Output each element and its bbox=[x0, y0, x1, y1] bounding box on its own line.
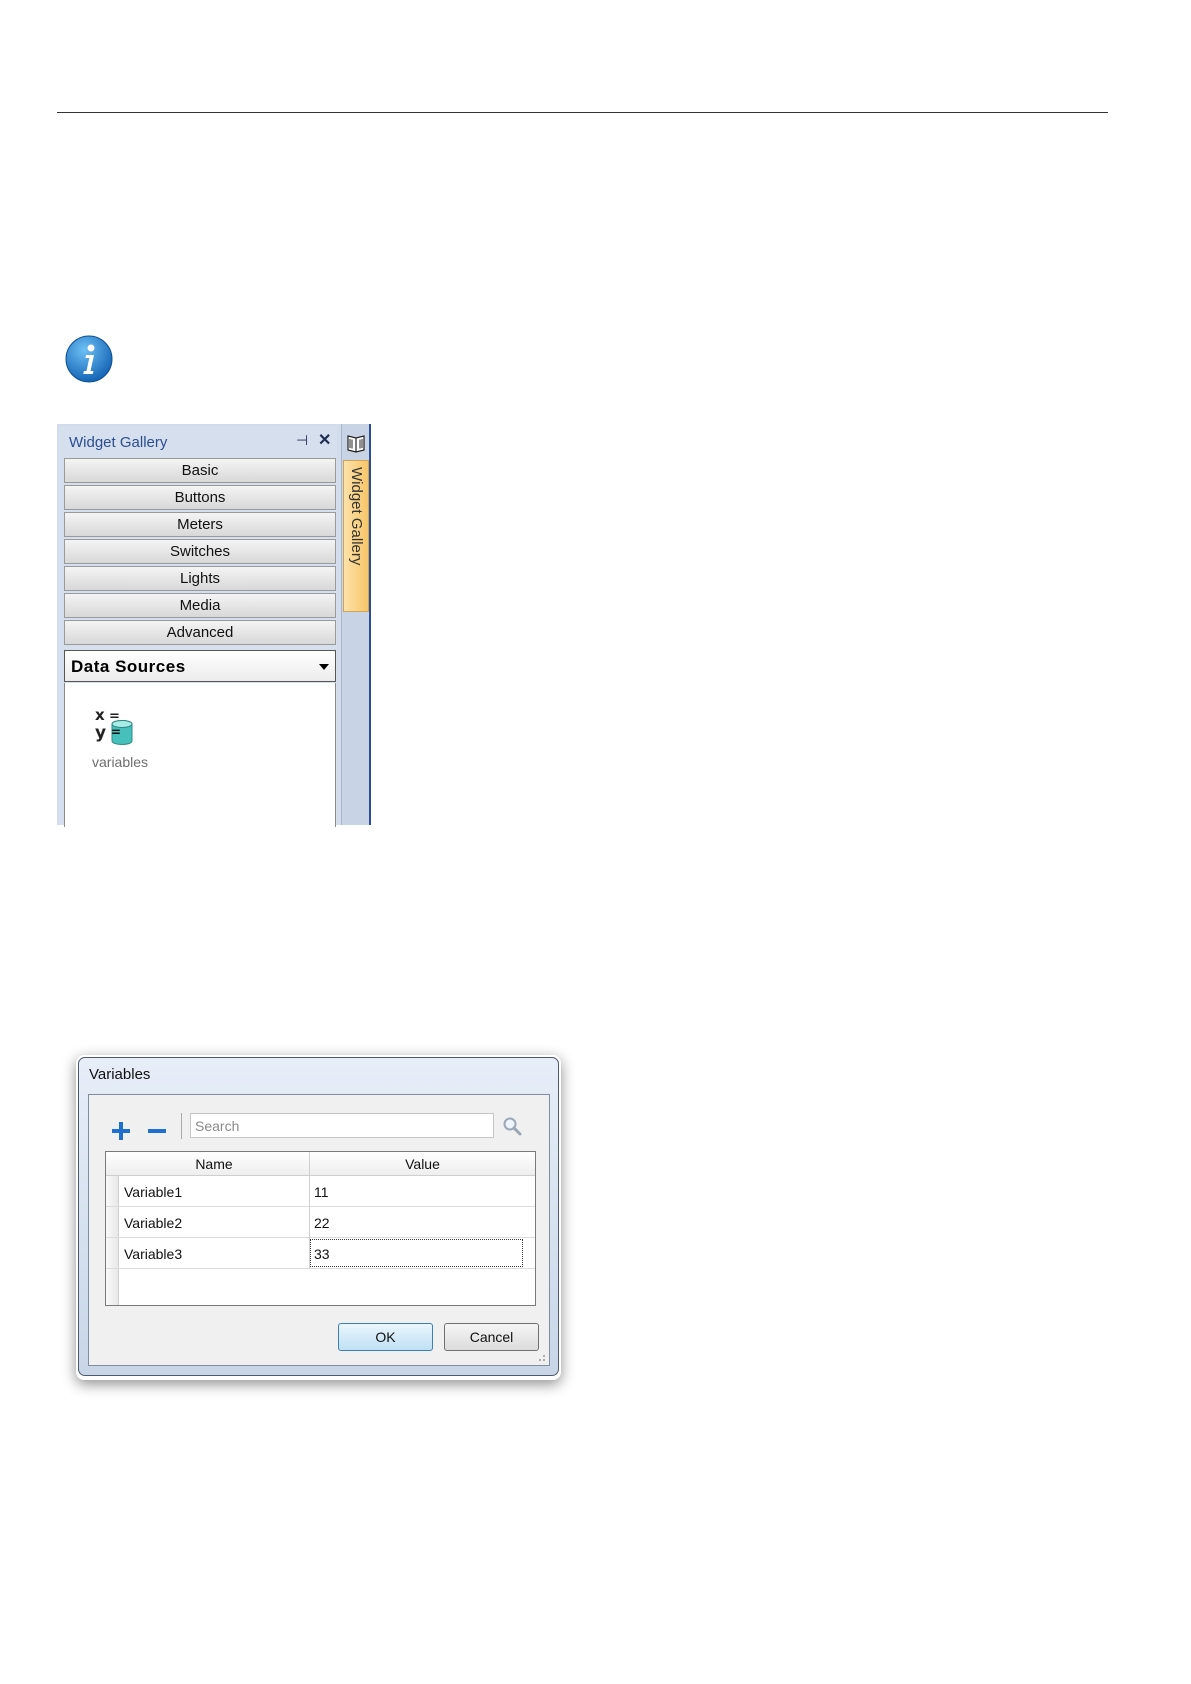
widget-gallery-body: Widget Gallery ⊣ ✕ Basic Buttons Meters … bbox=[59, 426, 337, 827]
category-meters[interactable]: Meters bbox=[64, 512, 336, 537]
category-data-sources[interactable]: Data Sources bbox=[64, 650, 336, 682]
svg-text:x: x bbox=[95, 706, 105, 724]
variables-table: Name Value Variable1 11 Variable2 22 Var… bbox=[105, 1151, 536, 1306]
cell-name[interactable]: Variable2 bbox=[124, 1215, 182, 1231]
column-header-name[interactable]: Name bbox=[119, 1152, 310, 1176]
panel-edge bbox=[369, 424, 371, 825]
toolbar-separator bbox=[181, 1113, 182, 1139]
data-sources-content: x = y = variables bbox=[64, 683, 336, 827]
widget-gallery-title: Widget Gallery bbox=[69, 434, 168, 451]
dialog-title: Variables bbox=[89, 1066, 151, 1083]
widget-gallery-panel: Widget Gallery ⊣ ✕ Basic Buttons Meters … bbox=[57, 424, 371, 827]
category-buttons[interactable]: Buttons bbox=[64, 485, 336, 510]
variables-icon[interactable]: x = y = bbox=[93, 705, 139, 749]
variables-item-label[interactable]: variables bbox=[92, 754, 148, 770]
cell-value[interactable]: 22 bbox=[314, 1215, 330, 1231]
variables-dialog: Variables Name Value Variable1 11 bbox=[78, 1057, 559, 1376]
side-tab-label: Widget Gallery bbox=[348, 467, 365, 566]
remove-variable-icon[interactable] bbox=[146, 1120, 168, 1142]
add-variable-icon[interactable] bbox=[110, 1120, 132, 1142]
search-icon[interactable] bbox=[501, 1115, 523, 1137]
data-sources-label: Data Sources bbox=[71, 657, 186, 676]
gallery-book-icon[interactable] bbox=[345, 432, 367, 454]
category-advanced[interactable]: Advanced bbox=[64, 620, 336, 645]
selected-cell-outline bbox=[310, 1239, 523, 1267]
row-header-corner bbox=[106, 1152, 119, 1176]
category-switches[interactable]: Switches bbox=[64, 539, 336, 564]
row-header[interactable] bbox=[106, 1207, 119, 1237]
table-row[interactable]: Variable3 33 bbox=[106, 1238, 535, 1269]
cancel-button[interactable]: Cancel bbox=[444, 1323, 539, 1351]
cell-name[interactable]: Variable3 bbox=[124, 1246, 182, 1262]
dialog-client-area: Name Value Variable1 11 Variable2 22 Var… bbox=[88, 1094, 550, 1366]
dropdown-arrow-icon bbox=[319, 664, 329, 670]
category-lights[interactable]: Lights bbox=[64, 566, 336, 591]
category-media[interactable]: Media bbox=[64, 593, 336, 618]
search-input[interactable] bbox=[190, 1113, 494, 1138]
resize-grip-icon[interactable] bbox=[536, 1352, 546, 1362]
row-header[interactable] bbox=[106, 1176, 119, 1206]
table-row[interactable]: Variable1 11 bbox=[106, 1176, 535, 1207]
pin-icon[interactable]: ⊣ bbox=[296, 432, 308, 449]
category-basic[interactable]: Basic bbox=[64, 458, 336, 483]
cell-name[interactable]: Variable1 bbox=[124, 1184, 182, 1200]
cell-value[interactable]: 11 bbox=[314, 1184, 329, 1200]
svg-text:=: = bbox=[111, 725, 121, 739]
row-header-empty bbox=[106, 1269, 119, 1305]
header-rule bbox=[57, 112, 1108, 113]
row-header[interactable] bbox=[106, 1238, 119, 1268]
svg-text:y: y bbox=[95, 723, 106, 743]
column-separator bbox=[309, 1176, 310, 1269]
ok-button[interactable]: OK bbox=[338, 1323, 433, 1351]
close-icon[interactable]: ✕ bbox=[318, 430, 331, 450]
column-header-value[interactable]: Value bbox=[310, 1152, 535, 1176]
table-row[interactable]: Variable2 22 bbox=[106, 1207, 535, 1238]
widget-gallery-side-tab[interactable]: Widget Gallery bbox=[343, 460, 369, 612]
info-icon bbox=[65, 335, 113, 383]
